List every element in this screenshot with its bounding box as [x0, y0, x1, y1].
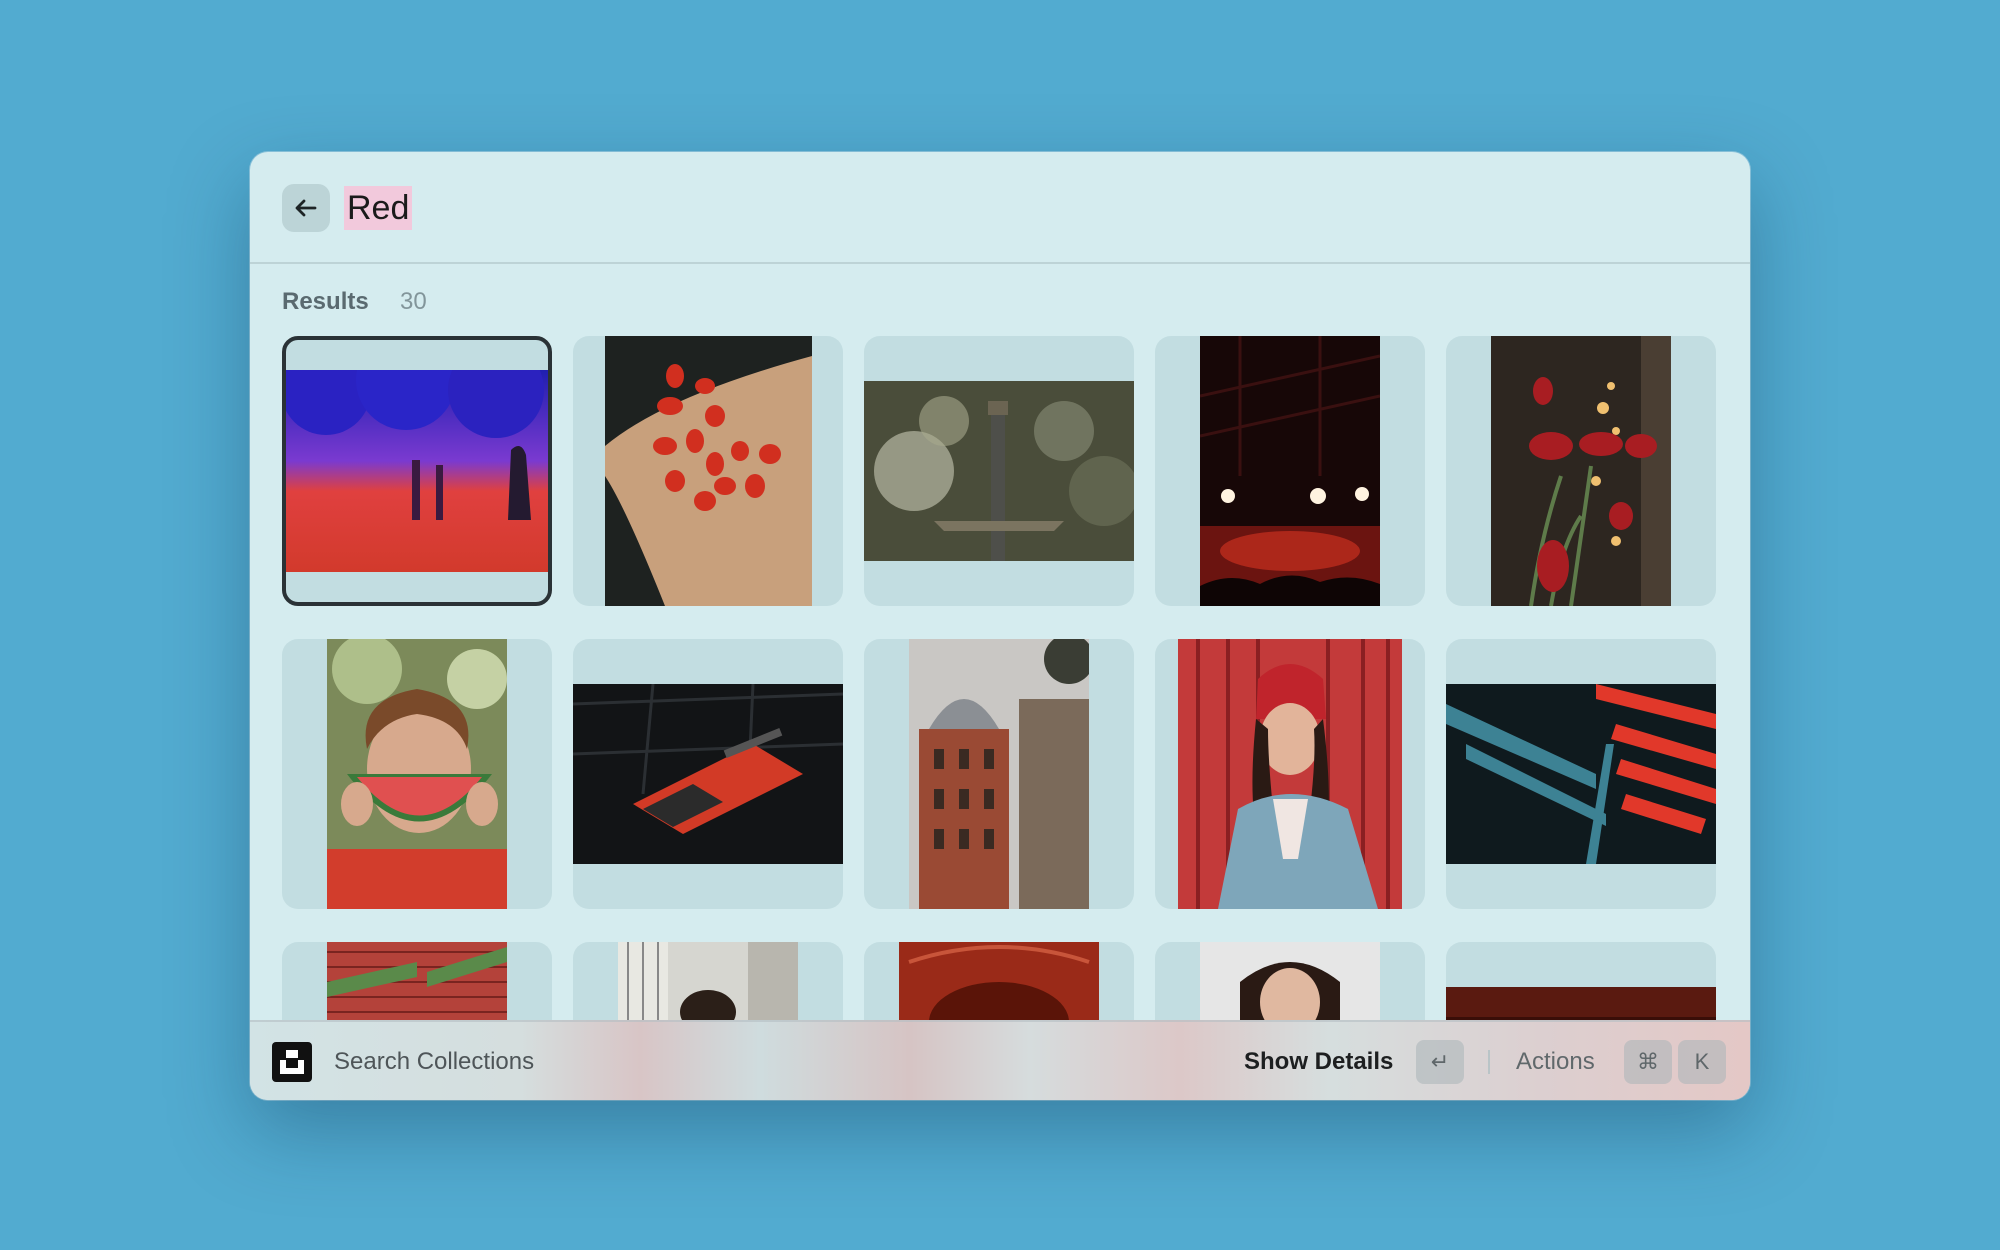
result-tile[interactable] [864, 336, 1134, 606]
result-tile[interactable] [1446, 336, 1716, 606]
results-grid [282, 336, 1718, 1100]
result-image [286, 370, 548, 572]
cmd-key-hint: ⌘ [1624, 1040, 1672, 1084]
actions-button[interactable]: Actions [1516, 1048, 1595, 1076]
footer-divider [1488, 1050, 1490, 1074]
result-tile[interactable] [573, 639, 843, 909]
launcher-window: Red Results 30 Search Collections Show D… [250, 152, 1750, 1100]
search-header: Red [250, 152, 1750, 264]
result-image [1200, 336, 1380, 606]
result-tile[interactable] [1155, 639, 1425, 909]
result-image [605, 336, 812, 606]
result-tile[interactable] [1155, 336, 1425, 606]
command-label: Search Collections [334, 1048, 535, 1075]
k-key-hint: K [1678, 1040, 1726, 1084]
result-image [864, 381, 1134, 561]
result-tile[interactable] [282, 639, 552, 909]
app-logo-icon [272, 1042, 312, 1082]
result-image [573, 684, 843, 864]
show-details-button[interactable]: Show Details [1244, 1048, 1393, 1076]
result-image [909, 639, 1089, 909]
back-button[interactable] [282, 184, 330, 232]
action-bar: Search Collections Show Details ↵ Action… [250, 1020, 1750, 1100]
result-image [1491, 336, 1671, 606]
result-tile[interactable] [573, 336, 843, 606]
result-image [327, 639, 507, 909]
result-tile[interactable] [864, 639, 1134, 909]
results-label: Results [282, 288, 369, 315]
results-count: 30 [400, 288, 427, 315]
result-tile[interactable] [282, 336, 552, 606]
enter-key-hint: ↵ [1416, 1040, 1464, 1084]
arrow-left-icon [295, 199, 317, 217]
result-tile[interactable] [1446, 639, 1716, 909]
search-input[interactable]: Red [344, 186, 413, 230]
result-image [1446, 684, 1716, 864]
result-image [1178, 639, 1402, 909]
